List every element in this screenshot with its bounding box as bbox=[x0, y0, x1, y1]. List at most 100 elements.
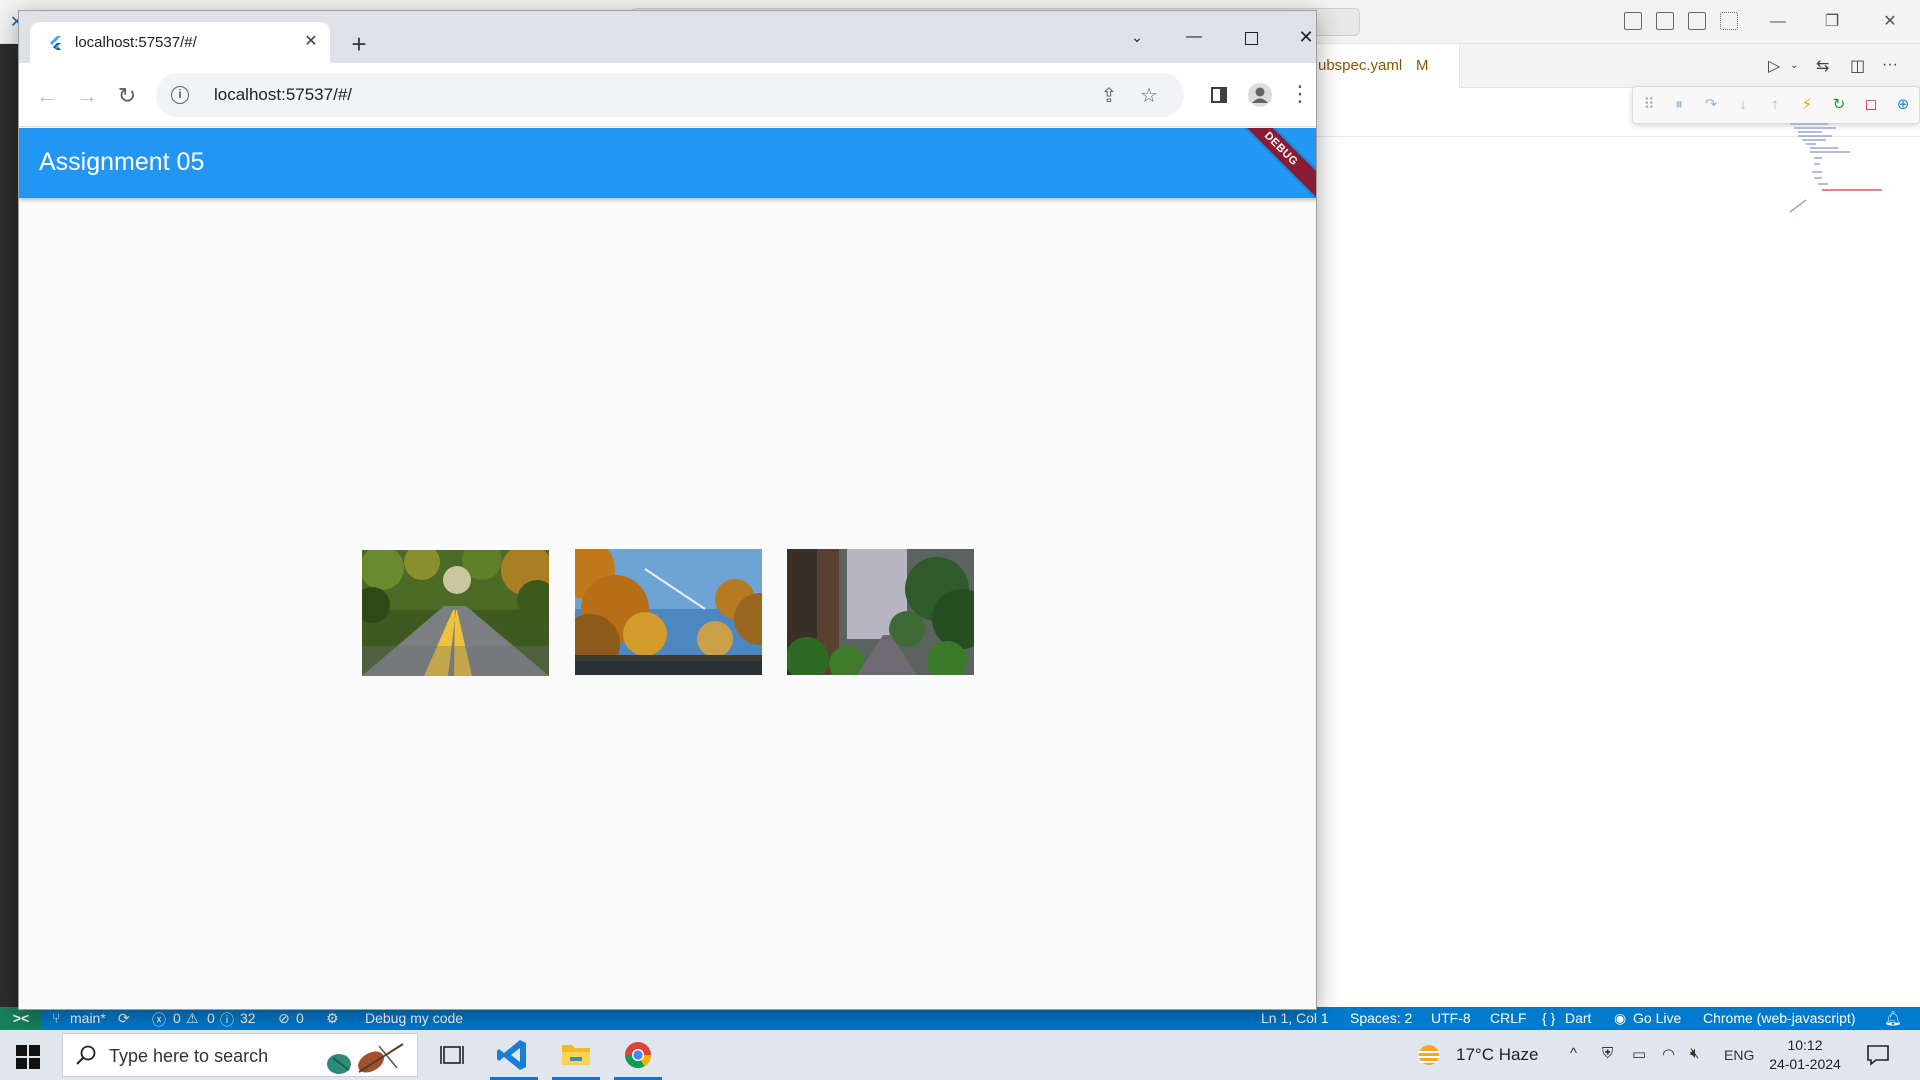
vscode-restore-button[interactable]: ❐ bbox=[1812, 8, 1852, 36]
flutter-inspector-icon[interactable]: ⊕ bbox=[1893, 95, 1913, 115]
minimap[interactable] bbox=[1788, 120, 1884, 220]
clock-date: 24-01-2024 bbox=[1769, 1056, 1841, 1072]
toggle-secondary-sidebar-icon[interactable] bbox=[1688, 12, 1706, 30]
go-live-icon[interactable]: ◉ bbox=[1614, 1010, 1626, 1027]
chrome-taskbar-icon[interactable] bbox=[610, 1030, 666, 1080]
bookmark-star-icon[interactable]: ☆ bbox=[1136, 83, 1162, 109]
language-mode[interactable]: Dart bbox=[1565, 1010, 1591, 1026]
volume-muted-icon[interactable]: 🔇︎ bbox=[1690, 1045, 1699, 1062]
sync-icon[interactable]: ⟳ bbox=[118, 1010, 130, 1027]
vscode-close-button[interactable]: ✕ bbox=[1870, 8, 1910, 36]
address-bar[interactable]: i localhost:57537/#/ ⇪ ☆ bbox=[156, 73, 1184, 117]
flutter-favicon-icon bbox=[50, 36, 61, 50]
wifi-icon[interactable]: ◠ bbox=[1662, 1045, 1675, 1063]
weather-haze-icon[interactable] bbox=[1414, 1042, 1444, 1068]
tab-title: localhost:57537/#/ bbox=[75, 34, 197, 51]
side-panel-icon[interactable] bbox=[1204, 79, 1234, 109]
hot-reload-icon[interactable]: ⚡ bbox=[1797, 95, 1817, 115]
remote-indicator-icon[interactable]: >< bbox=[0, 1007, 42, 1030]
chrome-maximize-button[interactable] bbox=[1228, 19, 1274, 55]
activity-bar bbox=[0, 44, 18, 1010]
chrome-toolbar: ← → ↻ i localhost:57537/#/ ⇪ ☆ ⋮ bbox=[19, 63, 1316, 127]
defender-icon[interactable]: ⛨ bbox=[1602, 1045, 1613, 1062]
flutter-device[interactable]: Chrome (web-javascript) bbox=[1703, 1010, 1855, 1026]
search-icon bbox=[76, 1045, 96, 1065]
redwood-road-photo bbox=[787, 549, 974, 675]
share-icon[interactable]: ⇪ bbox=[1096, 83, 1122, 109]
cursor-position[interactable]: Ln 1, Col 1 bbox=[1261, 1010, 1329, 1026]
editor-tab-modified-badge: M bbox=[1416, 57, 1429, 74]
compare-changes-icon[interactable]: ⇆ bbox=[1816, 56, 1829, 76]
road-photo bbox=[362, 550, 549, 676]
vscode-minimize-button[interactable]: — bbox=[1758, 8, 1798, 36]
info-icon[interactable]: ⓘ bbox=[220, 1010, 234, 1030]
new-tab-button[interactable]: + bbox=[344, 29, 374, 59]
chrome-minimize-button[interactable]: — bbox=[1171, 19, 1217, 55]
clock-time: 10:12 bbox=[1787, 1037, 1823, 1053]
stop-icon[interactable]: ◻ bbox=[1861, 95, 1881, 115]
customize-layout-icon[interactable] bbox=[1720, 12, 1738, 30]
back-arrow-icon[interactable]: ← bbox=[32, 81, 62, 111]
forward-arrow-icon[interactable]: → bbox=[72, 81, 102, 111]
input-language[interactable]: ENG bbox=[1724, 1047, 1754, 1063]
notifications-bell-icon[interactable]: 🔔︎ bbox=[1884, 1010, 1902, 1027]
notification-center-icon[interactable] bbox=[1866, 1044, 1890, 1066]
site-info-icon[interactable]: i bbox=[171, 86, 189, 104]
warnings-icon[interactable]: ⚠ bbox=[186, 1010, 199, 1027]
reload-icon[interactable]: ↻ bbox=[112, 81, 142, 111]
run-icon[interactable]: ▷ bbox=[1768, 56, 1780, 76]
encoding[interactable]: UTF-8 bbox=[1431, 1010, 1471, 1026]
more-actions-icon[interactable]: ··· bbox=[1882, 56, 1898, 74]
tab-close-icon[interactable]: ✕ bbox=[300, 31, 322, 53]
errors-count[interactable]: 0 bbox=[173, 1010, 181, 1026]
editor-tab-label: ubspec.yaml bbox=[1318, 57, 1403, 74]
toggle-primary-sidebar-icon[interactable] bbox=[1624, 12, 1642, 30]
windows-start-icon[interactable] bbox=[14, 1043, 42, 1071]
split-editor-icon[interactable]: ◫ bbox=[1850, 56, 1865, 76]
chrome-tab-bar: localhost:57537/#/ ✕ + ⌄ — ✕ bbox=[19, 11, 1316, 63]
app-bar: Assignment 05 bbox=[19, 128, 1316, 198]
git-branch-label[interactable]: main* bbox=[70, 1010, 106, 1026]
flutter-app: Assignment 05 DEBUG bbox=[19, 128, 1316, 1009]
search-highlight-illustration-icon bbox=[327, 1043, 404, 1074]
debug-config-icon[interactable]: ⚙ bbox=[326, 1010, 339, 1027]
editor-tab-pubspec[interactable]: ubspec.yaml M bbox=[1316, 44, 1460, 88]
ports-count[interactable]: 0 bbox=[296, 1010, 304, 1026]
battery-icon[interactable]: ▭ bbox=[1632, 1045, 1646, 1063]
browser-tab[interactable]: localhost:57537/#/ ✕ bbox=[30, 22, 330, 63]
language-braces-icon[interactable]: { } bbox=[1542, 1010, 1555, 1026]
tab-search-icon[interactable]: ⌄ bbox=[1114, 19, 1160, 55]
weather-text[interactable]: 17°C Haze bbox=[1456, 1045, 1538, 1065]
url-text[interactable]: localhost:57537/#/ bbox=[214, 85, 352, 105]
ports-icon[interactable]: ⊘ bbox=[278, 1010, 290, 1027]
step-into-icon[interactable]: ↓ bbox=[1733, 95, 1753, 115]
debug-config-label[interactable]: Debug my code bbox=[365, 1010, 463, 1026]
step-out-icon[interactable]: ↑ bbox=[1765, 95, 1785, 115]
step-over-icon[interactable]: ↷ bbox=[1701, 95, 1721, 115]
go-live-button[interactable]: Go Live bbox=[1633, 1010, 1681, 1026]
taskbar-search[interactable]: Type here to search bbox=[62, 1033, 418, 1077]
warnings-count[interactable]: 0 bbox=[207, 1010, 215, 1026]
file-explorer-icon[interactable] bbox=[548, 1030, 604, 1080]
pause-icon[interactable]: ⏸ bbox=[1669, 95, 1689, 115]
clock[interactable]: 10:12 24-01-2024 bbox=[1760, 1036, 1850, 1074]
autumn-forest-photo bbox=[575, 549, 762, 675]
drag-handle-icon[interactable]: ⠿ bbox=[1639, 95, 1659, 115]
status-bar: >< ⑂ main* ⟳ ⓧ 0 ⚠ 0 ⓘ 32 ⊘ 0 ⚙ Debug my… bbox=[0, 1007, 1920, 1030]
indentation[interactable]: Spaces: 2 bbox=[1350, 1010, 1412, 1026]
profile-avatar-icon[interactable] bbox=[1245, 79, 1275, 109]
chrome-close-button[interactable]: ✕ bbox=[1283, 19, 1316, 55]
vscode-taskbar-icon[interactable] bbox=[486, 1030, 542, 1080]
chrome-menu-icon[interactable]: ⋮ bbox=[1285, 79, 1315, 109]
chrome-window: localhost:57537/#/ ✕ + ⌄ — ✕ ← → ↻ i loc… bbox=[18, 10, 1317, 1010]
task-view-icon[interactable] bbox=[424, 1030, 480, 1080]
line-ending[interactable]: CRLF bbox=[1490, 1010, 1527, 1026]
git-branch-icon[interactable]: ⑂ bbox=[52, 1010, 60, 1026]
taskbar: Type here to search 17°C Haze ^ ⛨ ▭ ◠ 🔇︎… bbox=[0, 1030, 1920, 1080]
run-dropdown-icon[interactable]: ⌄ bbox=[1790, 60, 1798, 71]
show-hidden-icons-chevron-icon[interactable]: ^ bbox=[1570, 1045, 1577, 1062]
errors-icon[interactable]: ⓧ bbox=[152, 1010, 166, 1030]
hot-restart-icon[interactable]: ↻ bbox=[1829, 95, 1849, 115]
toggle-panel-icon[interactable] bbox=[1656, 12, 1674, 30]
info-count[interactable]: 32 bbox=[240, 1010, 256, 1026]
